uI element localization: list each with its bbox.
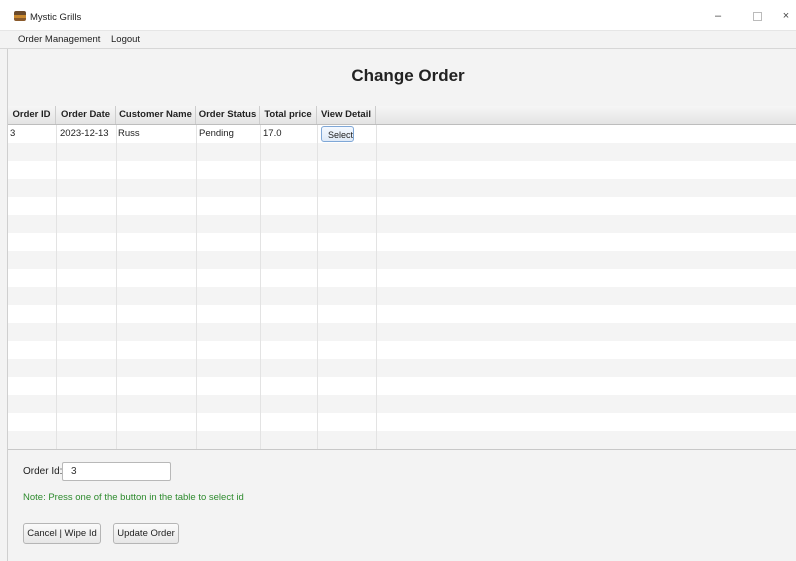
close-button[interactable]: × xyxy=(776,6,796,26)
empty-table-row xyxy=(8,287,796,305)
empty-table-row xyxy=(8,413,796,431)
minimize-button[interactable]: – xyxy=(703,6,733,26)
column-header-customer-name[interactable]: Customer Name xyxy=(116,106,196,124)
empty-table-row xyxy=(8,359,796,377)
column-header-order-date[interactable]: Order Date xyxy=(56,106,116,124)
order-id-label: Order Id: xyxy=(23,466,63,477)
title-bar: Mystic Grills – × xyxy=(0,0,796,31)
empty-table-row xyxy=(8,341,796,359)
column-header-order-id[interactable]: Order ID xyxy=(8,106,56,124)
maximize-button[interactable] xyxy=(742,6,772,26)
window-title: Mystic Grills xyxy=(30,12,82,23)
empty-table-row xyxy=(8,377,796,395)
column-header-order-status[interactable]: Order Status xyxy=(196,106,260,124)
column-divider xyxy=(376,125,377,449)
empty-table-row xyxy=(8,161,796,179)
column-header-view-detail[interactable]: View Detail xyxy=(317,106,376,124)
order-id-input[interactable] xyxy=(62,462,171,481)
column-header-total-price[interactable]: Total price xyxy=(260,106,317,124)
empty-table-row xyxy=(8,269,796,287)
cell-order-date: 2023-12-13 xyxy=(60,128,109,139)
empty-table-row xyxy=(8,305,796,323)
app-logo-icon xyxy=(14,11,26,21)
cancel-wipe-id-button[interactable]: Cancel | Wipe Id xyxy=(23,523,101,544)
column-divider xyxy=(317,125,318,449)
cell-total-price: 17.0 xyxy=(263,128,282,139)
empty-table-row xyxy=(8,197,796,215)
empty-table-row xyxy=(8,179,796,197)
table-header: Order ID Order Date Customer Name Order … xyxy=(8,106,796,125)
empty-table-row xyxy=(8,251,796,269)
column-divider xyxy=(260,125,261,449)
empty-table-row xyxy=(8,431,796,449)
maximize-icon xyxy=(752,11,762,21)
column-divider xyxy=(116,125,117,449)
table-row[interactable]: 3 2023-12-13 Russ Pending 17.0 Select xyxy=(8,125,796,143)
orders-table: Order ID Order Date Customer Name Order … xyxy=(8,106,796,450)
update-order-button[interactable]: Update Order xyxy=(113,523,179,544)
cell-order-id: 3 xyxy=(10,128,16,139)
empty-table-row xyxy=(8,395,796,413)
menu-logout[interactable]: Logout xyxy=(111,34,140,45)
empty-table-row xyxy=(8,233,796,251)
column-divider xyxy=(196,125,197,449)
select-button[interactable]: Select xyxy=(321,126,354,142)
empty-table-row xyxy=(8,143,796,161)
empty-table-row xyxy=(8,323,796,341)
cell-customer-name: Russ xyxy=(118,128,140,139)
empty-table-row xyxy=(8,215,796,233)
menu-bar: Order Management Logout xyxy=(0,31,796,49)
selection-note: Note: Press one of the button in the tab… xyxy=(23,492,244,503)
page-title: Change Order xyxy=(351,66,465,85)
menu-order-management[interactable]: Order Management xyxy=(18,34,100,45)
cell-order-status: Pending xyxy=(199,128,234,139)
column-divider xyxy=(56,125,57,449)
